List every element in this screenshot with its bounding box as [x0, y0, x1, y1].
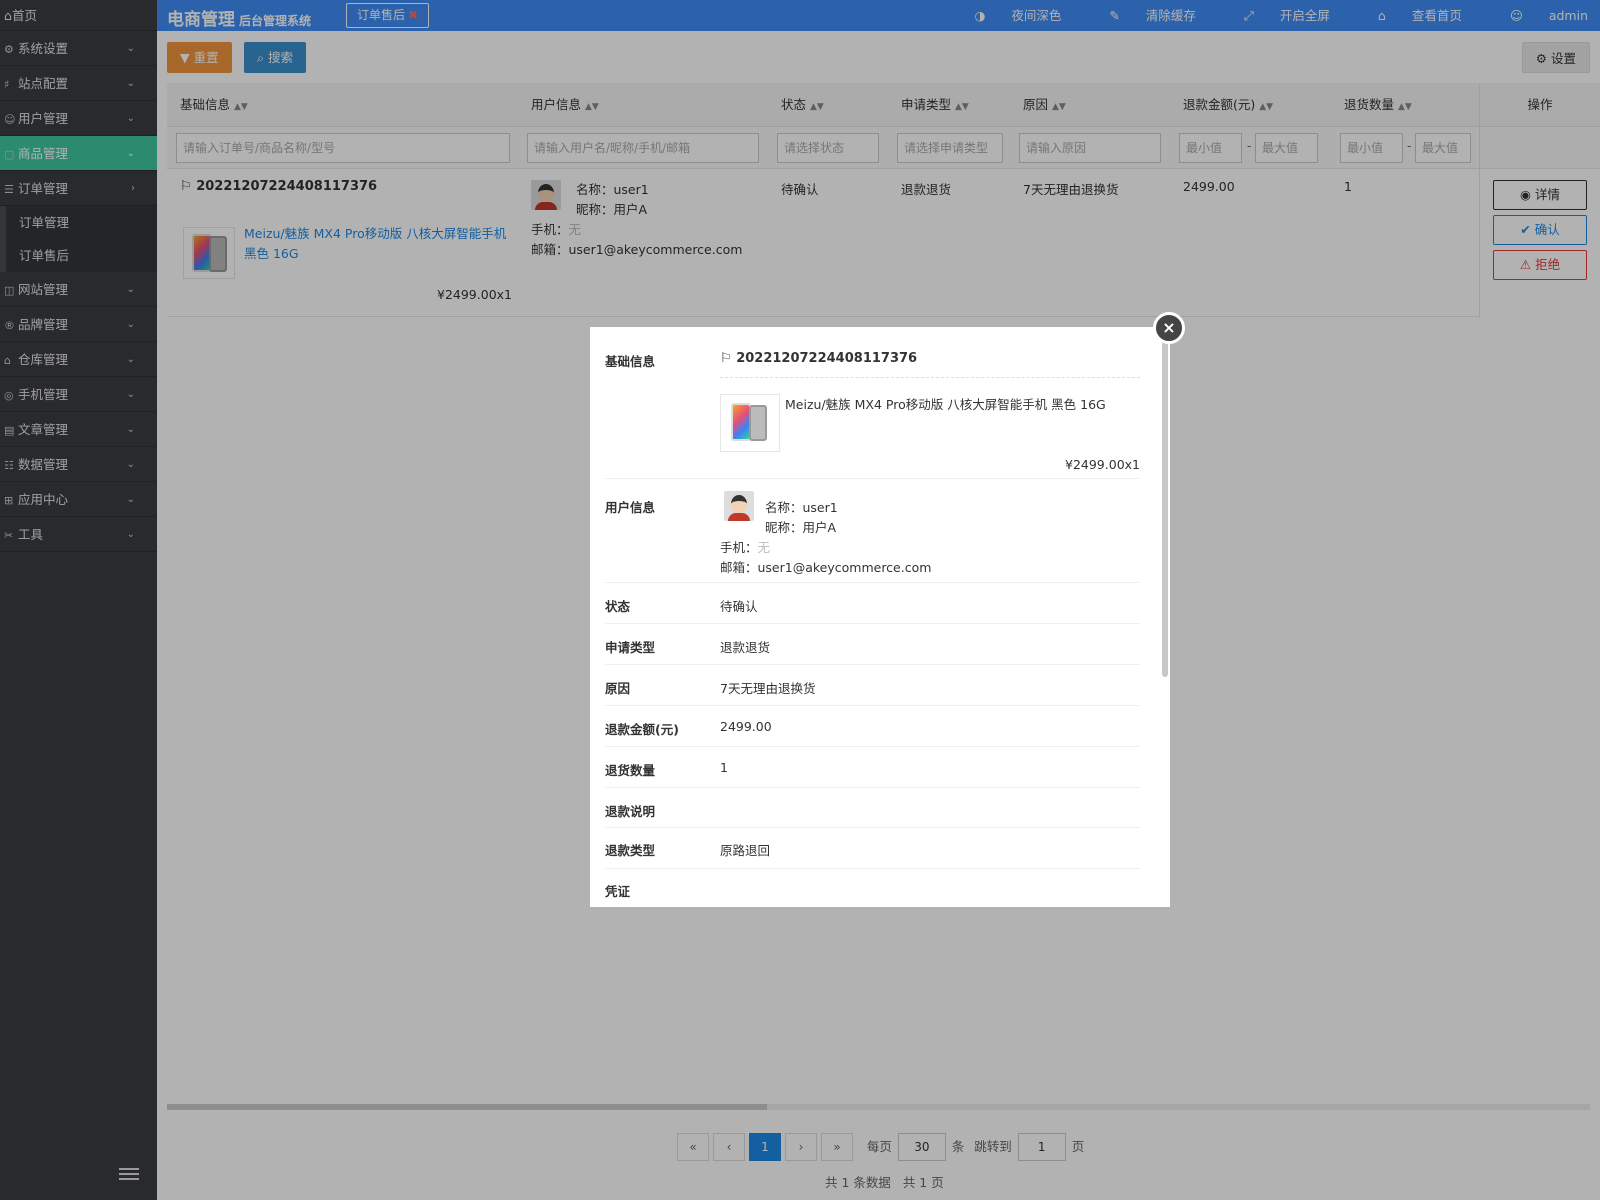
modal-qty-value: 1: [720, 760, 728, 775]
modal-user-phone-label: 手机：: [720, 540, 758, 555]
modal-row-voucher: 凭证: [605, 869, 1140, 907]
modal-label: 退货数量: [605, 763, 656, 778]
modal-user-nickname: 昵称：用户A: [765, 520, 837, 535]
modal-status-value: 待确认: [720, 599, 758, 614]
modal-label: 原因: [605, 681, 631, 696]
modal-close-button[interactable]: ×: [1153, 312, 1185, 344]
modal-type-value: 退款退货: [720, 640, 771, 655]
modal-label: 用户信息: [605, 500, 656, 515]
modal-order-number-text: 20221207224408117376: [736, 351, 918, 366]
modal-row-type: 申请类型 退款退货: [605, 624, 1140, 665]
modal-label: 退款金额(元): [605, 722, 679, 737]
detail-modal: 基础信息 ⚐ 20221207224408117376 Meizu/魅族 MX4…: [590, 327, 1170, 907]
modal-row-status: 状态 待确认: [605, 583, 1140, 624]
modal-user-phone: 手机：无: [720, 537, 770, 556]
modal-label: 凭证: [605, 884, 631, 899]
modal-user-email: 邮箱：user1@akeycommerce.com: [720, 560, 932, 575]
modal-user-name: 名称：user1: [765, 500, 838, 515]
modal-goods-image[interactable]: [720, 394, 780, 452]
modal-row-user: 用户信息 名称：user1 昵称：用户A 手机：无 邮箱：user1@akeyc…: [605, 479, 1140, 583]
bookmark-icon: ⚐: [720, 351, 732, 366]
modal-label: 退款说明: [605, 804, 656, 819]
modal-scrollbar[interactable]: [1162, 327, 1168, 677]
modal-row-basic: 基础信息 ⚐ 20221207224408117376 Meizu/魅族 MX4…: [605, 327, 1140, 479]
modal-order-number: ⚐ 20221207224408117376: [720, 351, 917, 366]
modal-row-refund-type: 退款类型 原路退回: [605, 828, 1140, 869]
modal-label: 基础信息: [605, 354, 656, 369]
modal-refund-type-value: 原路退回: [720, 843, 771, 858]
modal-row-amount: 退款金额(元) 2499.00: [605, 706, 1140, 747]
modal-goods-price: ¥2499.00x1: [1065, 457, 1140, 472]
modal-row-reason: 原因 7天无理由退换货: [605, 665, 1140, 706]
modal-label: 申请类型: [605, 640, 656, 655]
modal-avatar: [724, 491, 754, 521]
modal-reason-value: 7天无理由退换货: [720, 681, 816, 696]
modal-amount-value: 2499.00: [720, 719, 772, 734]
modal-row-qty: 退货数量 1: [605, 747, 1140, 788]
modal-user-phone-value: 无: [757, 540, 771, 555]
modal-goods-link[interactable]: Meizu/魅族 MX4 Pro移动版 八核大屏智能手机 黑色 16G: [785, 395, 1106, 415]
modal-label: 状态: [605, 599, 631, 614]
modal-label: 退款类型: [605, 843, 656, 858]
modal-row-note: 退款说明: [605, 788, 1140, 828]
